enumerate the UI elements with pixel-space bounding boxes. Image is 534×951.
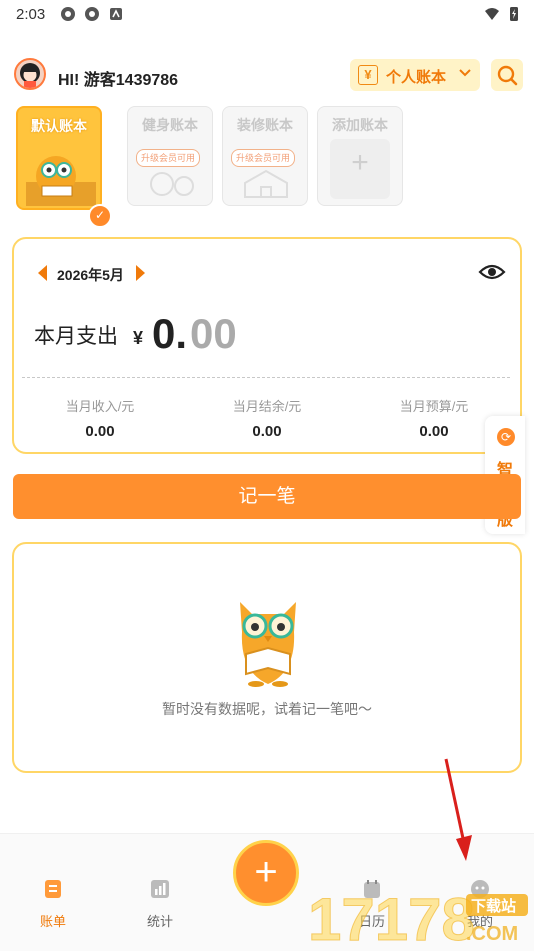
svg-text:17178: 17178 xyxy=(308,886,475,946)
annotation-arrow-icon xyxy=(444,758,472,861)
eye-icon[interactable] xyxy=(478,262,506,282)
nav-item-bills[interactable]: 账单 xyxy=(23,878,83,930)
selected-check-icon: ✓ xyxy=(88,204,112,228)
book-card-fitness[interactable]: 健身账本 升级会员可用 xyxy=(127,106,213,206)
svg-text:.COM: .COM xyxy=(466,923,518,945)
book-card-default[interactable]: 默认账本 xyxy=(16,106,102,210)
notification-icon xyxy=(61,7,75,21)
refresh-icon: ⟳ xyxy=(497,428,515,446)
expense-amount-integer: 0. xyxy=(152,310,188,357)
prev-month-icon[interactable] xyxy=(38,265,47,281)
notification-icon xyxy=(110,8,122,20)
income-value: 0.00 xyxy=(85,423,115,440)
search-button[interactable] xyxy=(491,59,523,91)
greeting-text: HI! 游客1439786 xyxy=(58,72,179,89)
next-month-icon[interactable] xyxy=(136,265,145,281)
owl-reading-icon xyxy=(240,602,296,687)
record-entry-button[interactable]: 记一笔 xyxy=(13,474,521,519)
status-time: 2:03 xyxy=(16,6,46,23)
expense-amount-decimal: 00 xyxy=(190,310,237,357)
book-card-label: 添加账本 xyxy=(332,117,388,133)
bill-icon xyxy=(45,880,61,898)
svg-text:下载站: 下载站 xyxy=(471,897,516,915)
dashed-divider xyxy=(22,377,510,378)
house-icon xyxy=(244,169,288,198)
battery-icon xyxy=(510,7,518,21)
notification-icon xyxy=(85,7,99,21)
book-card-label: 健身账本 xyxy=(142,117,198,133)
balance-label: 当月结余/元 xyxy=(232,399,302,414)
income-label: 当月收入/元 xyxy=(65,399,135,414)
budget-label: 当月预算/元 xyxy=(399,399,469,414)
currency-symbol: ¥ xyxy=(133,328,144,348)
add-book-card[interactable]: 添加账本 + xyxy=(317,106,403,206)
plus-icon: + xyxy=(351,145,369,179)
empty-state-text: 暂时没有数据呢，试着记一笔吧～ xyxy=(162,701,372,717)
wifi-icon xyxy=(485,8,499,20)
owl-reading-icon xyxy=(26,156,96,206)
expense-label: 本月支出 xyxy=(34,325,118,348)
site-watermark-logo: 17178 下载站 .COM xyxy=(308,886,528,946)
avatar[interactable] xyxy=(14,58,46,90)
nav-item-stats[interactable]: 统计 xyxy=(130,878,190,930)
add-record-fab[interactable]: + xyxy=(233,840,299,906)
vip-tag: 升级会员可用 xyxy=(136,149,200,167)
nav-label: 统计 xyxy=(146,914,173,929)
book-card-decoration[interactable]: 装修账本 升级会员可用 xyxy=(222,106,308,206)
nav-label: 账单 xyxy=(39,914,66,929)
book-card-label: 装修账本 xyxy=(237,117,293,133)
vip-tag: 升级会员可用 xyxy=(231,149,295,167)
yen-icon: ¥ xyxy=(358,65,378,85)
chevron-down-icon xyxy=(458,65,472,82)
account-type-label: 个人账本 xyxy=(386,69,447,86)
search-icon xyxy=(497,65,518,86)
month-label[interactable]: 2026年5月 xyxy=(57,265,124,285)
balance-value: 0.00 xyxy=(252,423,282,440)
account-switch-button[interactable]: ¥ 个人账本 xyxy=(350,59,480,91)
chart-icon xyxy=(151,880,169,898)
avatar-girl-icon xyxy=(20,63,40,88)
book-card-label: 默认账本 xyxy=(31,118,87,134)
fitness-icon xyxy=(150,172,194,196)
